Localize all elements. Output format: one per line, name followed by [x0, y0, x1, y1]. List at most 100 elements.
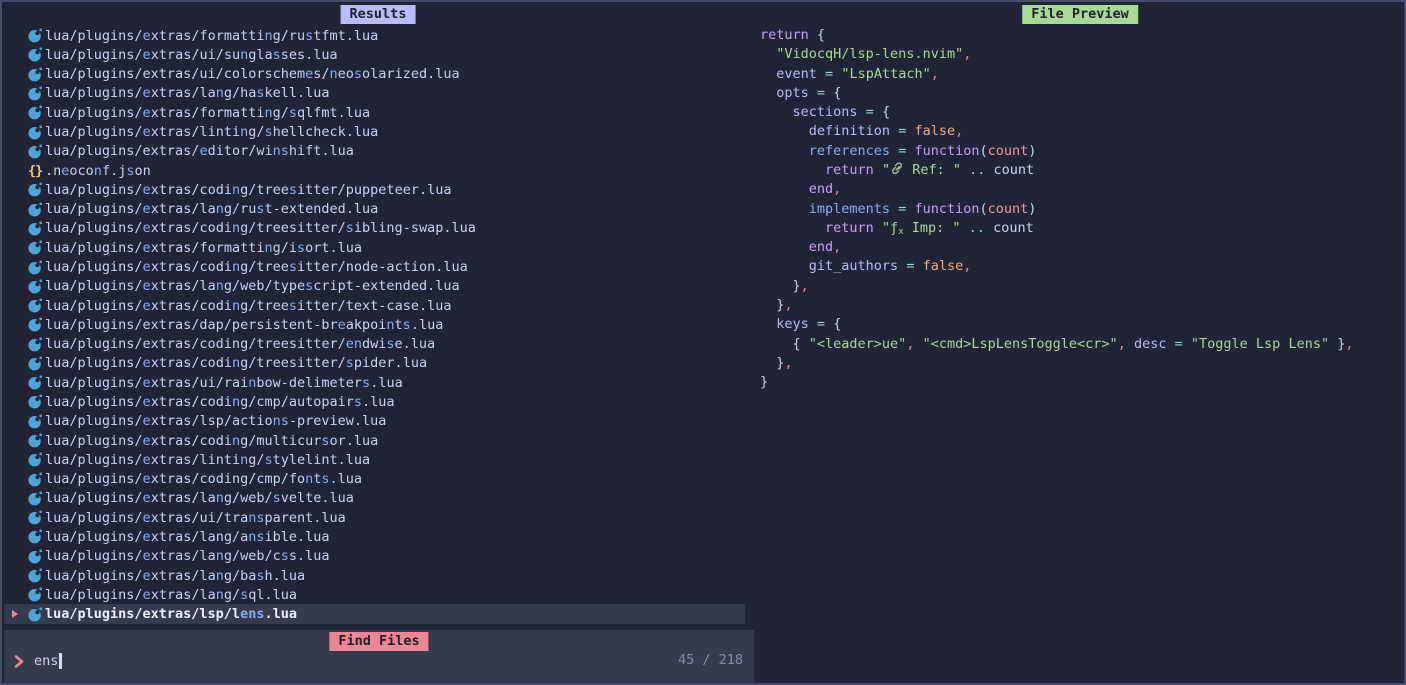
result-row[interactable]: lua/plugins/extras/lang/web/css.lua — [4, 547, 745, 566]
code-line: "VidocqH/lsp-lens.nvim", — [760, 45, 1353, 64]
selection-caret-icon — [12, 610, 18, 618]
result-row[interactable]: lua/plugins/extras/formatting/sqlfmt.lua — [4, 103, 745, 122]
lua-icon — [28, 86, 45, 101]
result-row[interactable]: lua/plugins/extras/coding/cmp/autopairs.… — [4, 392, 745, 411]
prompt-query-text: ens — [34, 653, 58, 669]
lua-icon — [28, 47, 45, 62]
result-path: lua/plugins/extras/lang/sql.lua — [45, 587, 297, 603]
result-path: lua/plugins/extras/lsp/actions-preview.l… — [45, 413, 386, 429]
result-row[interactable]: lua/plugins/extras/editor/winshift.lua — [4, 142, 745, 161]
result-path: lua/plugins/extras/ui/transparent.lua — [45, 510, 346, 526]
result-path: lua/plugins/extras/coding/cmp/fonts.lua — [45, 471, 362, 487]
lua-icon — [28, 298, 45, 313]
result-row[interactable]: lua/plugins/extras/formatting/isort.lua — [4, 238, 745, 257]
lua-icon — [28, 510, 45, 525]
lua-icon — [28, 587, 45, 602]
prompt-title-badge: Find Files — [329, 632, 428, 651]
result-row[interactable]: lua/plugins/extras/lang/haskell.lua — [4, 84, 745, 103]
code-line: end, — [760, 180, 1353, 199]
code-line: end, — [760, 238, 1353, 257]
prompt-bar[interactable]: Find Files ens 45 / 218 — [4, 630, 754, 683]
code-line: }, — [760, 277, 1353, 296]
results-list: lua/plugins/extras/formatting/rustfmt.lu… — [4, 26, 752, 624]
code-line: { "<leader>ue", "<cmd>LspLensToggle<cr>"… — [760, 335, 1353, 354]
fx-icon: ƒx — [890, 220, 904, 236]
lua-icon — [28, 433, 45, 448]
result-path: lua/plugins/extras/linting/stylelint.lua — [45, 452, 370, 468]
code-line: return " Ref: " .. count — [760, 161, 1353, 180]
lua-icon — [28, 202, 45, 217]
result-row[interactable]: lua/plugins/extras/coding/treesitter/end… — [4, 335, 745, 354]
lua-icon — [28, 125, 45, 140]
code-line: sections = { — [760, 103, 1353, 122]
lua-icon — [28, 549, 45, 564]
text-cursor — [59, 653, 62, 669]
code-line: implements = function(count) — [760, 200, 1353, 219]
result-row[interactable]: lua/plugins/extras/ui/rainbow-delimeters… — [4, 373, 745, 392]
result-path: lua/plugins/extras/ui/sunglasses.lua — [45, 47, 338, 63]
result-row[interactable]: lua/plugins/extras/lsp/actions-preview.l… — [4, 412, 745, 431]
result-row[interactable]: lua/plugins/extras/lang/bash.lua — [4, 566, 745, 585]
lua-icon — [28, 317, 45, 332]
result-path: lua/plugins/extras/lang/web/typescript-e… — [45, 278, 460, 294]
result-row[interactable]: lua/plugins/extras/lang/rust-extended.lu… — [4, 200, 745, 219]
result-row[interactable]: {}.neoconf.json — [4, 161, 745, 180]
lua-icon — [28, 279, 45, 294]
code-line: git_authors = false, — [760, 257, 1353, 276]
result-path: lua/plugins/extras/lang/bash.lua — [45, 568, 305, 584]
result-path: lua/plugins/extras/linting/shellcheck.lu… — [45, 124, 378, 140]
result-row[interactable]: lua/plugins/extras/lang/web/typescript-e… — [4, 277, 745, 296]
prompt-input[interactable]: ens — [13, 650, 62, 672]
result-path: lua/plugins/extras/formatting/sqlfmt.lua — [45, 105, 370, 121]
result-row[interactable]: lua/plugins/extras/coding/cmp/fonts.lua — [4, 469, 745, 488]
match-counter: 45 / 218 — [678, 652, 743, 668]
result-row[interactable]: lua/plugins/extras/ui/transparent.lua — [4, 508, 745, 527]
result-path: lua/plugins/extras/lang/ansible.lua — [45, 529, 330, 545]
code-line: definition = false, — [760, 122, 1353, 141]
result-row[interactable]: lua/plugins/extras/coding/multicursor.lu… — [4, 431, 745, 450]
result-row[interactable]: lua/plugins/extras/lang/web/svelte.lua — [4, 489, 745, 508]
lua-icon — [28, 337, 45, 352]
result-path: lua/plugins/extras/ui/rainbow-delimeters… — [45, 375, 403, 391]
code-line: opts = { — [760, 84, 1353, 103]
result-path: lua/plugins/extras/lang/web/svelte.lua — [45, 490, 354, 506]
code-line: }, — [760, 296, 1353, 315]
code-line: keys = { — [760, 315, 1353, 334]
code-line: return "ƒx Imp: " .. count — [760, 219, 1353, 238]
result-row[interactable]: lua/plugins/extras/coding/treesitter/nod… — [4, 257, 745, 276]
result-path: lua/plugins/extras/formatting/rustfmt.lu… — [45, 28, 378, 44]
result-row[interactable]: lua/plugins/extras/linting/stylelint.lua — [4, 450, 745, 469]
lua-icon — [28, 394, 45, 409]
lua-icon — [28, 452, 45, 467]
lua-icon — [28, 375, 45, 390]
result-path: lua/plugins/extras/coding/treesitter/pup… — [45, 182, 451, 198]
code-line: } — [760, 373, 1353, 392]
result-row[interactable]: lua/plugins/extras/ui/colorschemes/neoso… — [4, 65, 745, 84]
lua-icon — [28, 240, 45, 255]
result-row[interactable]: lua/plugins/extras/lang/sql.lua — [4, 585, 745, 604]
lua-icon — [28, 472, 45, 487]
result-path: lua/plugins/extras/lsp/lens.lua — [45, 606, 297, 622]
result-row[interactable]: lua/plugins/extras/dap/persistent-breakp… — [4, 315, 745, 334]
results-panel: Results lua/plugins/extras/formatting/ru… — [2, 2, 754, 630]
result-row[interactable]: lua/plugins/extras/coding/treesitter/sib… — [4, 219, 745, 238]
lua-icon — [28, 221, 45, 236]
link-icon — [890, 161, 904, 180]
result-row[interactable]: lua/plugins/extras/lsp/lens.lua — [4, 604, 745, 623]
lua-icon — [28, 182, 45, 197]
result-row[interactable]: lua/plugins/extras/ui/sunglasses.lua — [4, 45, 745, 64]
result-row[interactable]: lua/plugins/extras/lang/ansible.lua — [4, 527, 745, 546]
lua-icon — [28, 144, 45, 159]
result-row[interactable]: lua/plugins/extras/linting/shellcheck.lu… — [4, 122, 745, 141]
result-row[interactable]: lua/plugins/extras/coding/treesitter/spi… — [4, 354, 745, 373]
file-preview-panel: File Preview return { "VidocqH/lsp-lens.… — [754, 2, 1406, 685]
result-row[interactable]: lua/plugins/extras/coding/treesitter/pup… — [4, 180, 745, 199]
result-row[interactable]: lua/plugins/extras/coding/treesitter/tex… — [4, 296, 745, 315]
result-path: lua/plugins/extras/coding/treesitter/sib… — [45, 220, 476, 236]
result-row[interactable]: lua/plugins/extras/formatting/rustfmt.lu… — [4, 26, 745, 45]
result-path: lua/plugins/extras/coding/treesitter/nod… — [45, 259, 468, 275]
result-path: lua/plugins/extras/dap/persistent-breakp… — [45, 317, 443, 333]
lua-icon — [28, 414, 45, 429]
results-title-badge: Results — [341, 5, 416, 24]
result-path: lua/plugins/extras/lang/rust-extended.lu… — [45, 201, 378, 217]
